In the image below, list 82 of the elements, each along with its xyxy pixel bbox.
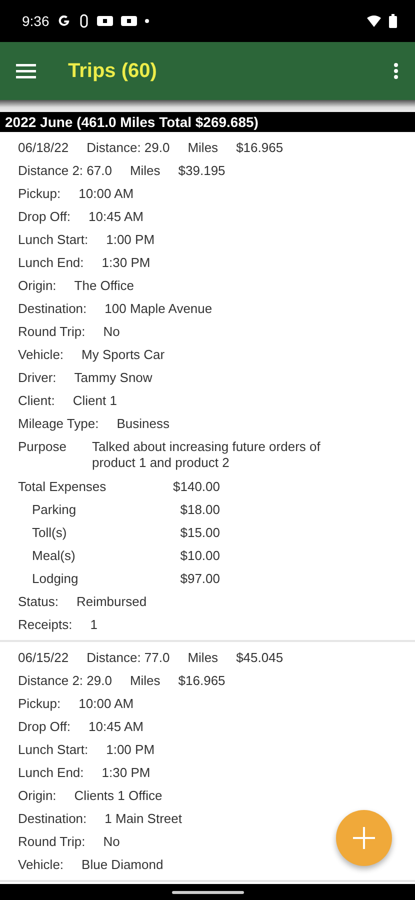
- field-label: Vehicle:: [18, 346, 64, 364]
- expense-amount: $15.00: [179, 524, 220, 542]
- expense-label: Parking: [31, 501, 78, 519]
- expense-label: Lodging: [31, 570, 80, 588]
- field-value: 1:30 PM: [102, 764, 150, 782]
- field-value: 1:00 PM: [106, 231, 155, 249]
- expense-label: Meal(s): [31, 547, 76, 565]
- field-label: Lunch Start:: [18, 741, 88, 759]
- battery-icon: [389, 14, 397, 28]
- trip-info-text: Miles: [188, 139, 218, 157]
- month-summary-header: 2022 June (461.0 Miles Total $269.685): [0, 112, 415, 132]
- expense-label: Toll(s): [31, 524, 68, 542]
- field-label: Drop Off:: [18, 208, 71, 226]
- field-label: Lunch End:: [18, 254, 84, 272]
- plus-icon: [353, 827, 375, 849]
- field-label: Drop Off:: [18, 718, 71, 736]
- dot-icon: [145, 19, 150, 23]
- wifi-icon: [367, 15, 381, 27]
- trip-info-text: 06/15/22: [18, 649, 69, 667]
- expense-amount: $18.00: [179, 501, 220, 519]
- screen-title: Trips (60): [68, 60, 158, 82]
- field-value: 1: [90, 616, 98, 634]
- field-label: Destination:: [18, 300, 87, 318]
- field-value: Business: [116, 415, 170, 433]
- trip-info-text: Distance: 29.0: [86, 139, 170, 157]
- video-icon: [97, 15, 114, 27]
- trip-info-text: Distance 2: 67.0: [18, 162, 112, 180]
- trip-info-text: Miles: [188, 649, 218, 667]
- field-label: Lunch Start:: [18, 231, 88, 249]
- field-value: 10:45 AM: [88, 208, 144, 226]
- field-label: Round Trip:: [18, 833, 86, 851]
- field-label: Pickup:: [18, 185, 61, 203]
- g-logo-icon: [57, 14, 72, 28]
- field-label: Client:: [18, 392, 55, 410]
- trip-info-text: $39.195: [178, 162, 226, 180]
- field-label: Round Trip:: [18, 323, 86, 341]
- field-label: Mileage Type:: [18, 415, 99, 433]
- field-label: Receipts:: [18, 616, 72, 634]
- field-label: Pickup:: [18, 695, 61, 713]
- field-value: Clients 1 Office: [74, 787, 162, 805]
- field-value: 1 Main Street: [104, 810, 182, 828]
- trip-info-text: Distance 2: 29.0: [18, 672, 112, 690]
- field-label: Lunch End:: [18, 764, 84, 782]
- trip-info-text: Miles: [130, 672, 160, 690]
- field-value: 1:30 PM: [102, 254, 150, 272]
- field-label: Origin:: [18, 277, 56, 295]
- trip-info-text: Distance: 77.0: [86, 649, 170, 667]
- field-value: Client 1: [72, 392, 117, 410]
- trip-info-text: $45.045: [236, 649, 284, 667]
- field-value: 10:00 AM: [78, 695, 134, 713]
- field-value: 100 Maple Avenue: [104, 300, 212, 318]
- menu-icon[interactable]: [16, 63, 36, 79]
- field-value: No: [103, 323, 120, 341]
- field-value: The Office: [74, 277, 134, 295]
- field-label: Origin:: [18, 787, 56, 805]
- field-value: No: [103, 833, 120, 851]
- field-label: Vehicle:: [18, 856, 64, 874]
- trip-info-text: $16.965: [178, 672, 226, 690]
- field-label: Purpose: [18, 438, 68, 456]
- trip-info-text: $16.965: [236, 139, 284, 157]
- expense-amount: $140.00: [172, 478, 220, 496]
- field-value: Blue Diamond: [82, 856, 164, 874]
- clock-time: 9:36: [22, 13, 50, 29]
- trip-info-text: 06/18/22: [18, 139, 69, 157]
- more-options-icon[interactable]: [393, 62, 399, 80]
- trip-info-text: Miles: [130, 162, 160, 180]
- field-value: 10:00 AM: [78, 185, 134, 203]
- field-value: Talked about increasing future orders of product 1 and product 2: [92, 438, 322, 472]
- expense-amount: $10.00: [179, 547, 220, 565]
- expense-amount: $97.00: [179, 570, 220, 588]
- field-label: Destination:: [18, 810, 87, 828]
- field-value: Tammy Snow: [74, 369, 152, 387]
- field-label: Status:: [18, 593, 58, 611]
- field-label: Driver:: [18, 369, 56, 387]
- mic-icon: [79, 14, 90, 28]
- expense-label: Total Expenses: [18, 478, 108, 496]
- field-value: My Sports Car: [82, 346, 165, 364]
- video-icon: [121, 15, 138, 27]
- home-handle[interactable]: [172, 890, 244, 894]
- field-value: 10:45 AM: [88, 718, 144, 736]
- field-value: Reimbursed: [76, 593, 147, 611]
- field-value: 1:00 PM: [106, 741, 155, 759]
